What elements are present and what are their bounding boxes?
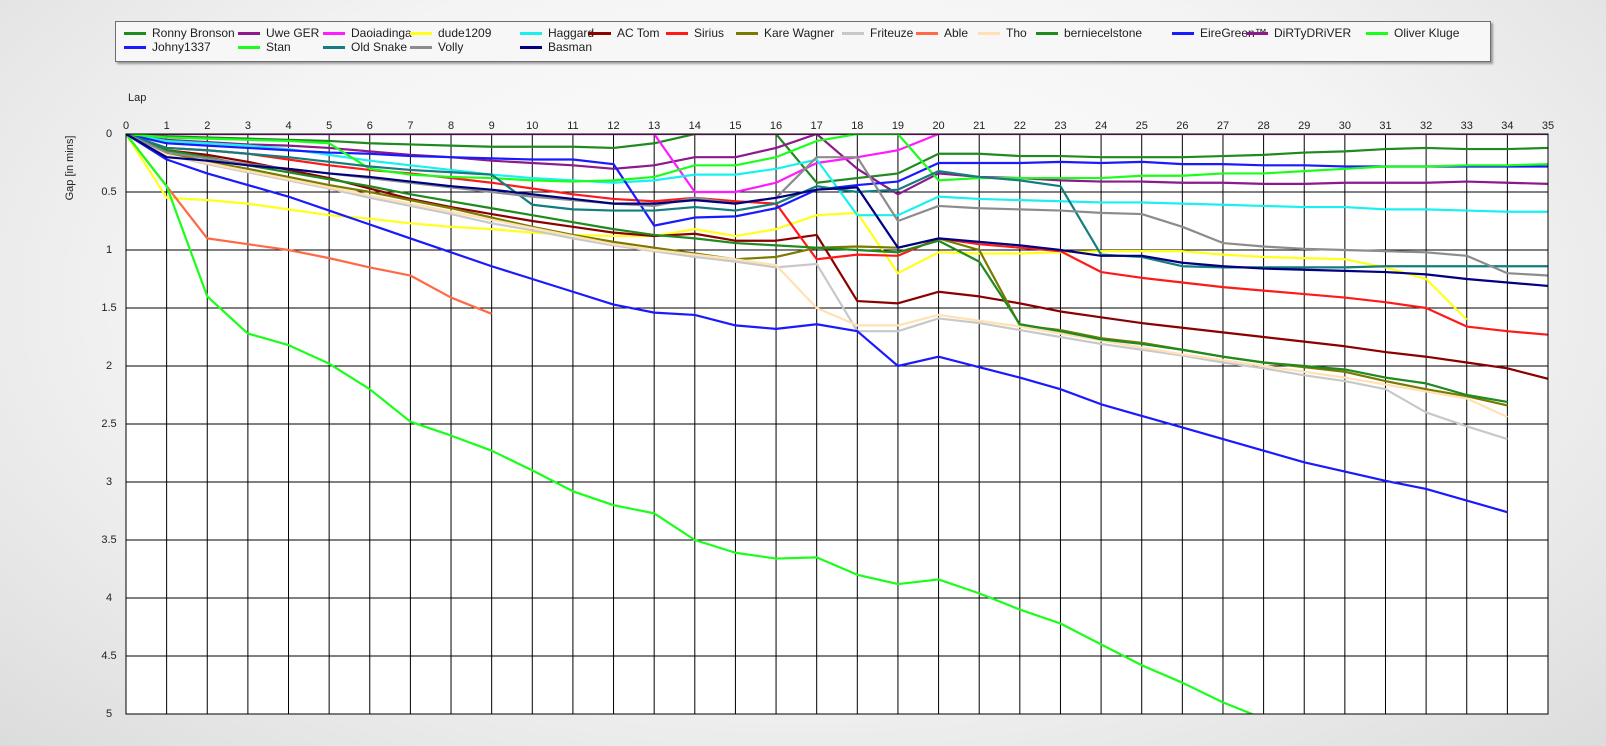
x-tick-label: 1	[164, 120, 170, 132]
gap-chart: 0 1 2 3 4 5 6 7 8 9 10 11 12 13 14 15 16 17 18 19 20 21 22 23 24…	[64, 92, 1554, 720]
x-tick-label: 6	[367, 120, 373, 132]
y-tick-label: 2.5	[101, 418, 116, 430]
x-tick-label: 27	[1217, 120, 1229, 132]
x-tick-label: 29	[1298, 120, 1310, 132]
x-axis-label: Lap	[128, 92, 146, 104]
x-tick-label: 18	[851, 120, 863, 132]
y-tick-label: 1.5	[101, 302, 116, 314]
x-tick-label: 14	[689, 120, 701, 132]
y-tick-label: 3.5	[101, 534, 116, 546]
x-tick-label: 4	[285, 120, 291, 132]
x-tick-label: 25	[1136, 120, 1148, 132]
y-tick-label: 4.5	[101, 650, 116, 662]
x-tick-label: 7	[407, 120, 413, 132]
x-tick-label: 16	[770, 120, 782, 132]
x-tick-label: 35	[1542, 120, 1554, 132]
x-tick-label: 17	[811, 120, 823, 132]
y-axis-label: Gap [in mins]	[64, 136, 76, 201]
x-tick-label: 10	[526, 120, 538, 132]
x-tick-label: 33	[1461, 120, 1473, 132]
x-tick-label: 12	[607, 120, 619, 132]
x-tick-label: 0	[123, 120, 129, 132]
x-tick-label: 28	[1257, 120, 1269, 132]
y-tick-label: 1	[106, 244, 112, 256]
x-tick-label: 5	[326, 120, 332, 132]
x-tick-label: 3	[245, 120, 251, 132]
x-tick-label: 23	[1054, 120, 1066, 132]
x-tick-label: 26	[1176, 120, 1188, 132]
x-tick-label: 30	[1339, 120, 1351, 132]
x-tick-label: 19	[892, 120, 904, 132]
y-tick-label: 0	[106, 128, 112, 140]
x-tick-label: 8	[448, 120, 454, 132]
y-tick-label: 4	[106, 592, 112, 604]
y-tick-label: 0.5	[101, 186, 116, 198]
x-tick-label: 21	[973, 120, 985, 132]
y-tick-label: 3	[106, 476, 112, 488]
y-tick-label: 5	[106, 708, 112, 720]
x-tick-label: 31	[1379, 120, 1391, 132]
x-tick-label: 24	[1095, 120, 1107, 132]
x-tick-label: 20	[932, 120, 944, 132]
x-tick-label: 2	[204, 120, 210, 132]
x-tick-label: 34	[1501, 120, 1513, 132]
x-tick-label: 9	[489, 120, 495, 132]
x-tick-label: 15	[729, 120, 741, 132]
x-tick-label: 13	[648, 120, 660, 132]
x-tick-label: 11	[567, 120, 578, 132]
x-tick-label: 22	[1014, 120, 1026, 132]
x-tick-label: 32	[1420, 120, 1432, 132]
y-tick-label: 2	[106, 360, 112, 372]
